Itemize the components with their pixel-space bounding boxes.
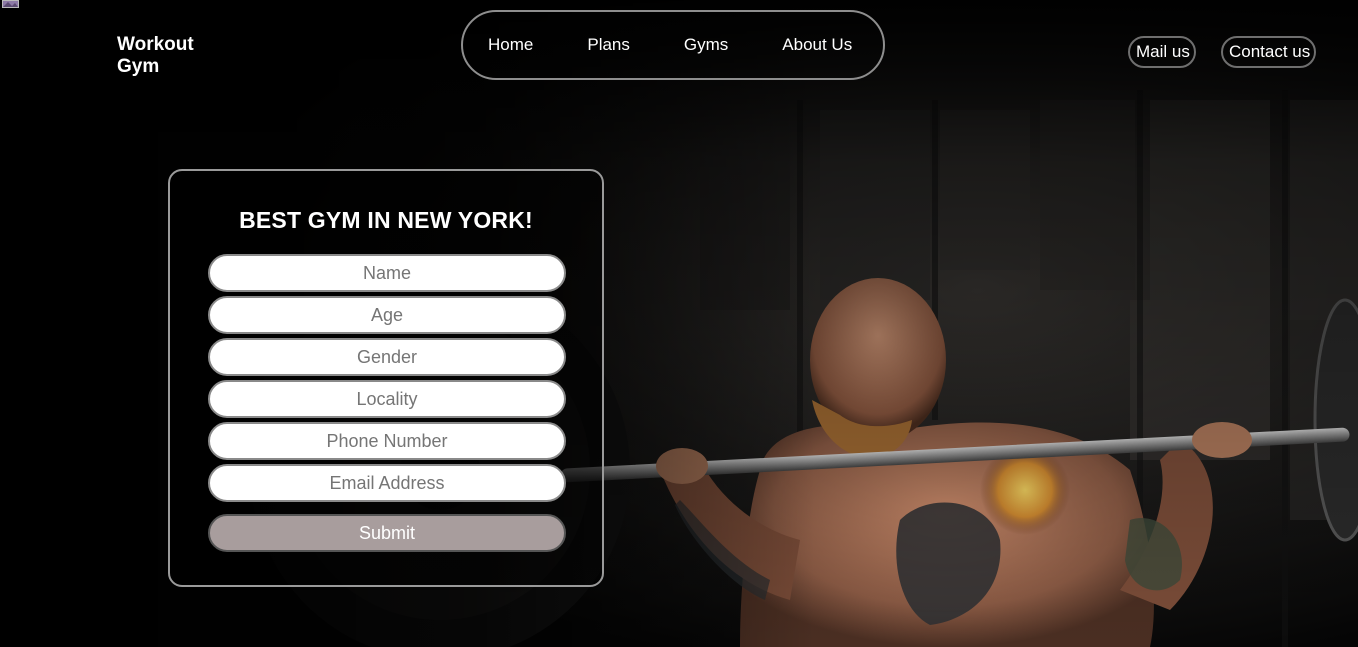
nav-plans-link[interactable]: Plans <box>587 35 630 55</box>
gender-input[interactable] <box>208 338 566 376</box>
age-input[interactable] <box>208 296 566 334</box>
page: Workout Gym Home Plans Gyms About Us Mai… <box>0 0 1358 647</box>
nav-home-link[interactable]: Home <box>488 35 533 55</box>
nav-gyms-link[interactable]: Gyms <box>684 35 728 55</box>
email-address-input[interactable] <box>208 464 566 502</box>
signup-form: BEST GYM IN NEW YORK! Submit <box>168 169 604 587</box>
locality-input[interactable] <box>208 380 566 418</box>
contact-us-button[interactable]: Contact us <box>1221 36 1316 68</box>
submit-button[interactable]: Submit <box>208 514 566 552</box>
phone-number-input[interactable] <box>208 422 566 460</box>
main-nav: Home Plans Gyms About Us <box>461 10 885 80</box>
brand-logo-text[interactable]: Workout Gym <box>117 34 227 78</box>
broken-image-icon <box>2 0 19 8</box>
name-input[interactable] <box>208 254 566 292</box>
form-title: BEST GYM IN NEW YORK! <box>239 207 533 233</box>
nav-about-link[interactable]: About Us <box>782 35 852 55</box>
mail-us-button[interactable]: Mail us <box>1128 36 1196 68</box>
